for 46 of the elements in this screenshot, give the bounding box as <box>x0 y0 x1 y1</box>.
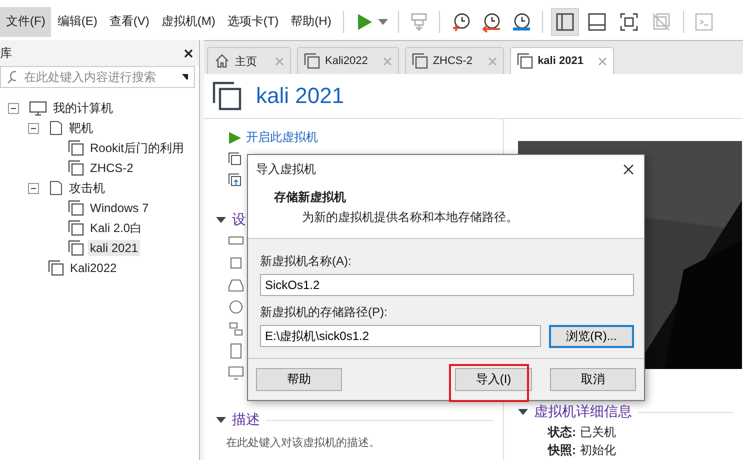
tree-item[interactable]: 我的计算机 <box>51 98 115 118</box>
tab-label: Kali2022 <box>325 55 368 67</box>
dialog-button[interactable]: 帮助 <box>256 368 342 391</box>
tree-item[interactable]: kali 2021 <box>88 240 140 256</box>
detail-label: 状态: <box>548 424 576 440</box>
tab[interactable]: ZHCS-2 <box>404 47 504 74</box>
tree-item[interactable]: 靶机 <box>67 118 95 138</box>
detail-label: 快照: <box>548 442 576 458</box>
tab-label: 主页 <box>235 54 258 68</box>
detail-value: 初始化 <box>580 442 616 458</box>
detail-value: 已关机 <box>580 424 616 440</box>
tree-item[interactable]: ZHCS-2 <box>88 160 136 176</box>
description-text[interactable]: 在此处键入对该虚拟机的描述。 <box>226 435 503 450</box>
action-link[interactable]: 开启此虚拟机 <box>246 129 318 146</box>
menu-item[interactable]: 编辑(E) <box>51 6 104 36</box>
menu-item[interactable]: 选项卡(T) <box>221 6 285 36</box>
input-field[interactable]: E:\虚拟机\sick0s1.2 <box>260 325 541 347</box>
dialog-button[interactable]: 取消 <box>550 368 636 391</box>
menu-item[interactable]: 查看(V) <box>103 6 156 36</box>
tree-item[interactable]: Kali 2.0白 <box>88 218 144 238</box>
field-label: 新虚拟机的存储路径(P): <box>260 304 388 321</box>
vm-title: kali 2021 <box>256 83 344 109</box>
tree-item[interactable]: Rookit后门的利用 <box>88 138 186 158</box>
dialog-title: 导入虚拟机 <box>256 160 316 178</box>
section-title: 虚拟机详细信息 <box>534 403 632 421</box>
browse-button[interactable]: 浏览(R)... <box>549 325 634 348</box>
dialog-heading: 存储新虚拟机 <box>274 189 347 206</box>
search-field[interactable]: 在此处键入内容进行搜索 <box>0 66 195 88</box>
dialog-subheading: 为新的虚拟机提供名称和本地存储路径。 <box>301 209 519 226</box>
tab-label: ZHCS-2 <box>432 55 473 67</box>
menu-item[interactable]: 帮助(H) <box>284 6 338 36</box>
tab-label: kali 2021 <box>538 55 584 67</box>
tree-item[interactable]: Windows 7 <box>88 200 151 216</box>
menu-item[interactable]: 文件(F) <box>0 6 52 36</box>
dialog-button[interactable]: 导入(I) <box>455 368 532 391</box>
tree-item[interactable]: Kali2022 <box>68 260 119 276</box>
menu-item[interactable]: 虚拟机(M) <box>155 6 222 36</box>
tab[interactable]: Kali2022 <box>297 47 399 74</box>
tree-item[interactable]: 攻击机 <box>67 178 107 198</box>
section-title: 描述 <box>232 411 260 429</box>
section-title: 设 <box>232 211 246 229</box>
input-field[interactable]: SickOs1.2 <box>260 274 634 296</box>
field-label: 新虚拟机名称(A): <box>260 253 352 270</box>
panel-title: 库 <box>0 44 12 62</box>
tab[interactable]: 主页 <box>207 47 291 74</box>
tab[interactable]: kali 2021 <box>510 47 614 74</box>
